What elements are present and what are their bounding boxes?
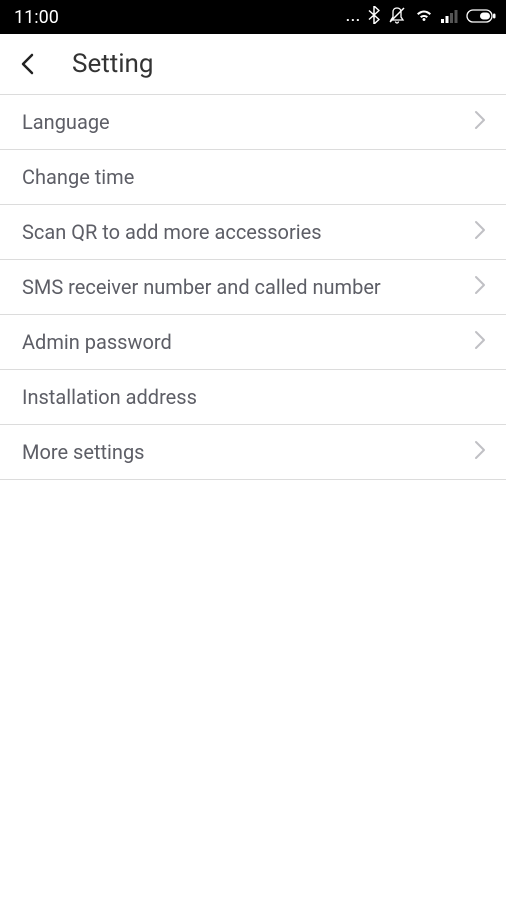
wifi-icon: [414, 7, 434, 27]
settings-item-language[interactable]: Language: [0, 94, 506, 150]
signal-icon: [441, 8, 459, 27]
settings-list: Language Change time Scan QR to add more a…: [0, 94, 506, 480]
back-button[interactable]: [12, 48, 42, 80]
status-time: 11:00: [14, 7, 59, 28]
settings-item-label: More settings: [22, 439, 165, 465]
status-bar: 11:00 ...: [0, 0, 506, 34]
chevron-right-icon: [474, 440, 486, 464]
settings-item-label: Scan QR to add more accessories: [22, 219, 342, 245]
settings-item-scan-qr[interactable]: Scan QR to add more accessories: [0, 205, 506, 260]
settings-item-more-settings[interactable]: More settings: [0, 425, 506, 480]
bluetooth-icon: [368, 6, 380, 28]
settings-item-installation-address[interactable]: Installation address: [0, 370, 506, 425]
chevron-right-icon: [474, 330, 486, 354]
settings-item-change-time[interactable]: Change time: [0, 150, 506, 205]
settings-item-label: Installation address: [22, 384, 217, 410]
battery-icon: [466, 8, 496, 27]
settings-item-label: Change time: [22, 164, 154, 190]
chevron-left-icon: [20, 52, 34, 76]
vibrate-mute-icon: [387, 6, 407, 28]
settings-item-label: SMS receiver number and called number: [22, 274, 401, 300]
more-dots-icon: ...: [346, 9, 361, 25]
chevron-right-icon: [474, 220, 486, 244]
settings-item-admin-password[interactable]: Admin password: [0, 315, 506, 370]
chevron-right-icon: [474, 275, 486, 299]
app-header: Setting: [0, 34, 506, 94]
settings-item-sms-number[interactable]: SMS receiver number and called number: [0, 260, 506, 315]
settings-item-label: Language: [22, 109, 130, 135]
page-title: Setting: [72, 49, 154, 79]
status-icons: ...: [346, 6, 496, 28]
settings-item-label: Admin password: [22, 329, 192, 355]
chevron-right-icon: [474, 110, 486, 134]
